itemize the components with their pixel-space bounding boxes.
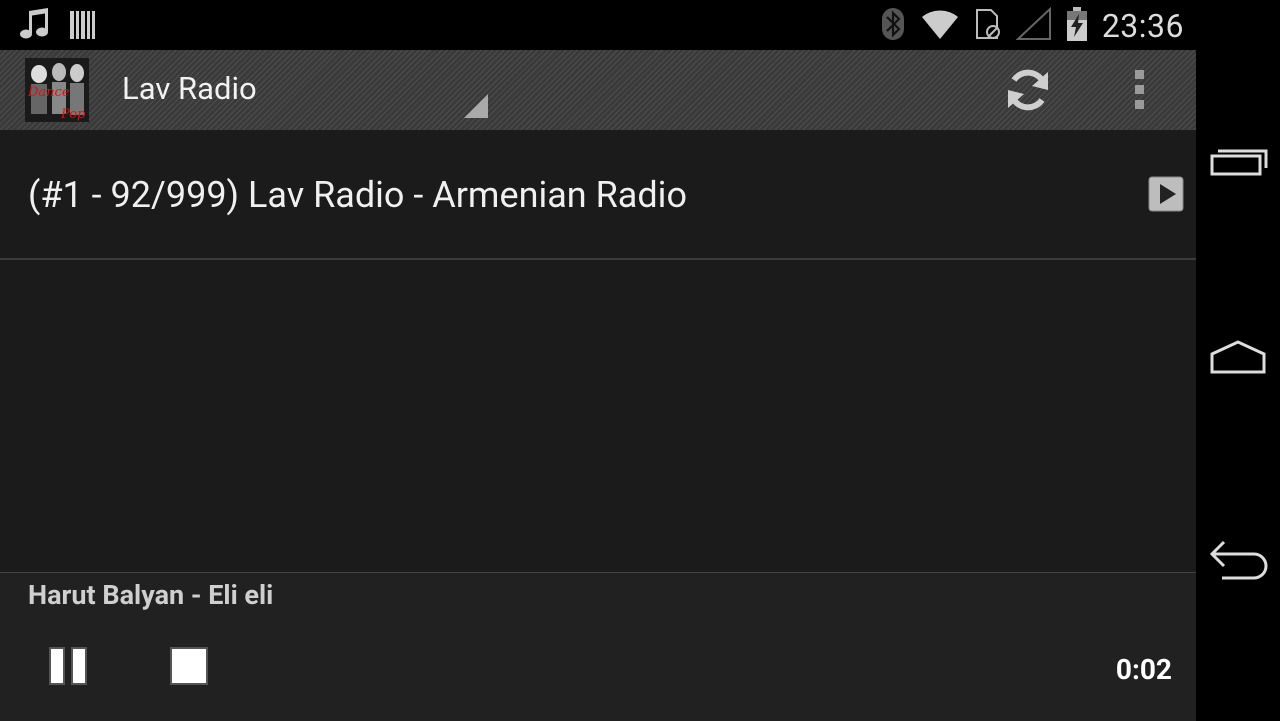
player-bar: Harut Balyan - Eli eli 0:02 [0,572,1196,721]
play-icon[interactable] [1148,176,1184,216]
album-art-logo[interactable]: Dance Pop [25,58,89,122]
station-list: (#1 - 92/999) Lav Radio - Armenian Radio [0,130,1196,572]
barcode-icon [68,8,96,46]
home-icon[interactable] [1208,338,1270,382]
dropdown-indicator-icon[interactable] [464,94,488,122]
stop-icon[interactable] [168,645,210,691]
battery-charging-icon [1066,6,1088,46]
pause-icon[interactable] [47,645,89,691]
svg-text:Dance: Dance [27,85,70,100]
refresh-icon[interactable] [1002,64,1054,120]
wifi-icon [920,7,960,45]
elapsed-time: 0:02 [1115,653,1172,686]
cell-signal-icon [1015,6,1052,45]
list-item[interactable]: (#1 - 92/999) Lav Radio - Armenian Radio [0,130,1196,260]
recent-apps-icon[interactable] [1208,142,1270,182]
status-bar: 23:36 [0,0,1196,50]
now-playing-track: Harut Balyan - Eli eli [28,579,274,611]
app-title[interactable]: Lav Radio [122,70,257,107]
overflow-menu-icon[interactable] [1122,68,1158,116]
nav-bar [1196,0,1280,720]
music-note-icon [18,7,54,47]
no-sim-icon [974,7,1002,45]
action-bar: Dance Pop Lav Radio [0,50,1196,130]
back-icon[interactable] [1208,538,1274,586]
station-title: (#1 - 92/999) Lav Radio - Armenian Radio [28,174,687,216]
bluetooth-icon [880,6,906,46]
clock: 23:36 [1101,7,1184,45]
svg-text:Pop: Pop [60,107,86,122]
